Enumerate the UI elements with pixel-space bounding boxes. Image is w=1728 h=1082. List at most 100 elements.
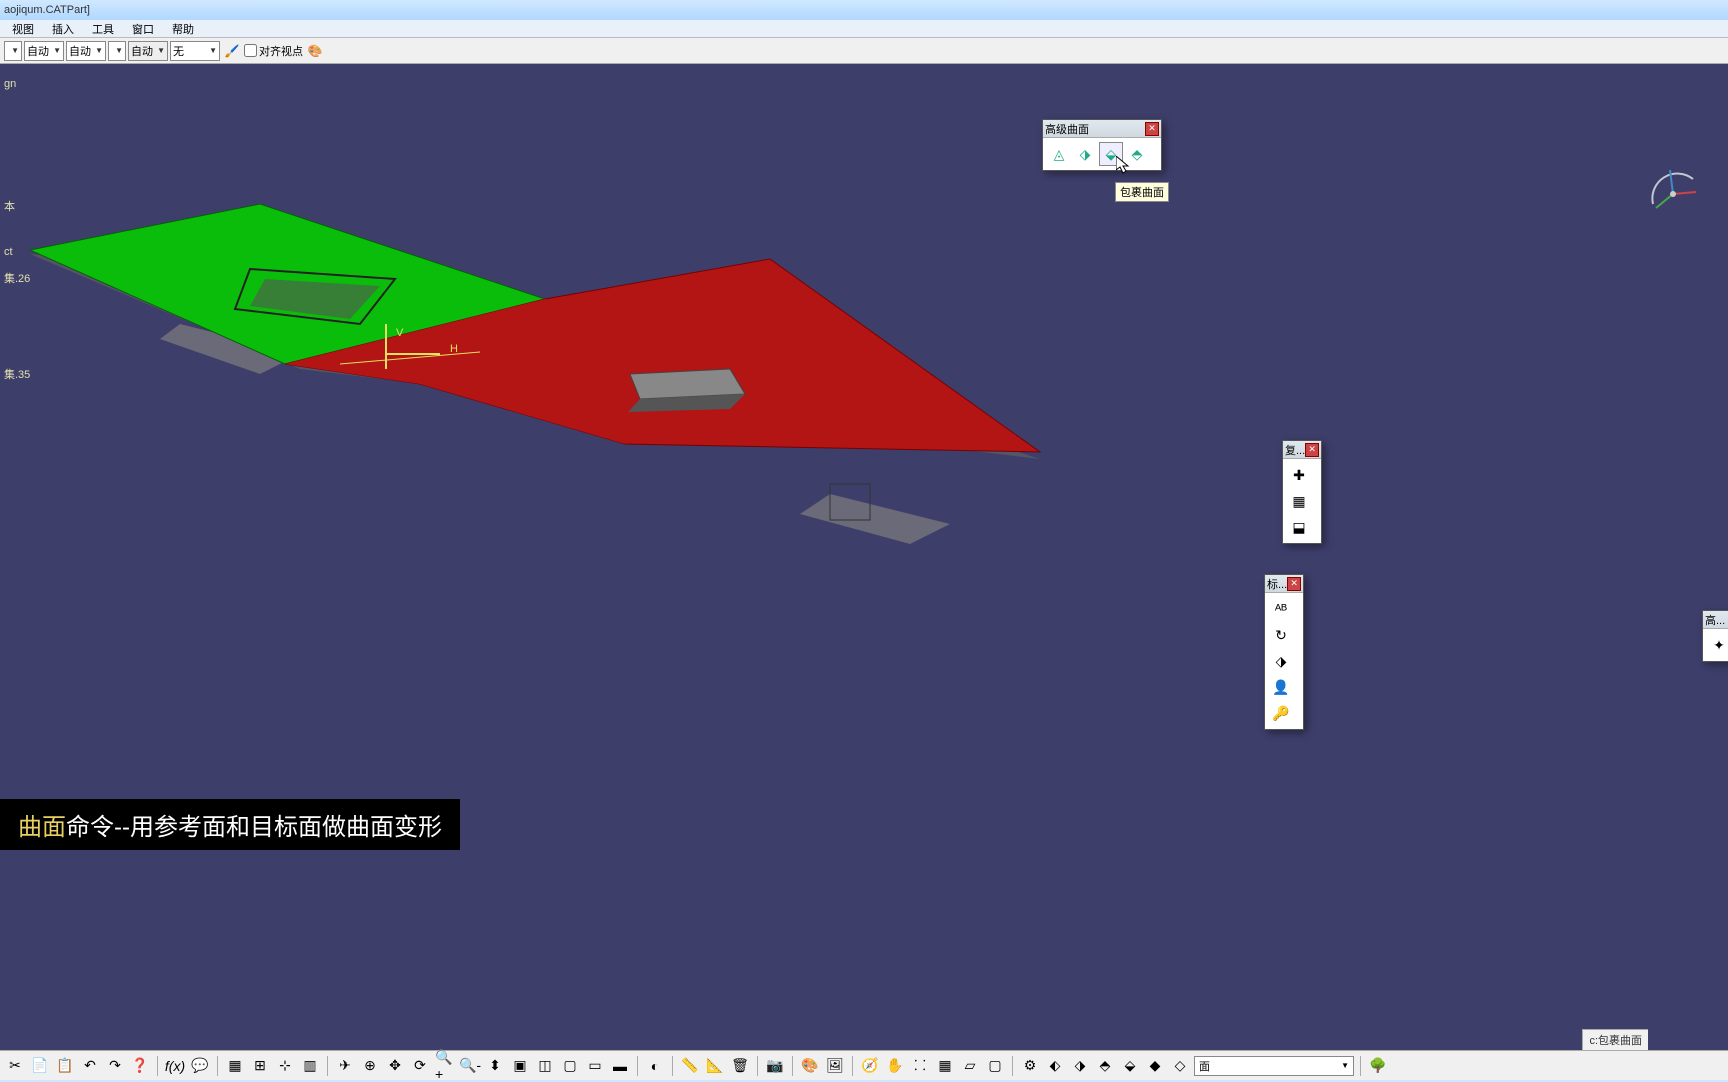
panel-title: 复... xyxy=(1285,442,1305,458)
menu-bar: 视图 插入 工具 窗口 帮助 xyxy=(0,20,1728,38)
menu-insert[interactable]: 插入 xyxy=(44,21,82,37)
hand-icon[interactable]: ✋ xyxy=(884,1055,906,1077)
grid-icon[interactable]: ▦ xyxy=(224,1055,246,1077)
fly-icon[interactable]: ✈ xyxy=(334,1055,356,1077)
panel-title-bar[interactable]: 高... xyxy=(1703,611,1728,629)
tool-icon[interactable]: ✚ xyxy=(1287,463,1311,487)
tool-a-icon[interactable]: ⚙ xyxy=(1019,1055,1041,1077)
camera-icon[interactable]: 📷 xyxy=(764,1055,786,1077)
menu-help[interactable]: 帮助 xyxy=(164,21,202,37)
texture-icon[interactable]: 🖼 xyxy=(824,1055,846,1077)
cursor-icon xyxy=(1116,156,1132,176)
dropdown-2[interactable]: 自动▼ xyxy=(24,41,64,61)
tool-icon[interactable]: ↻ xyxy=(1269,623,1293,647)
tool-e-icon[interactable]: ⬙ xyxy=(1119,1055,1141,1077)
menu-window[interactable]: 窗口 xyxy=(124,21,162,37)
brush-icon[interactable]: 🖌️ xyxy=(222,41,242,61)
dropdown-5[interactable]: 自动▼ xyxy=(128,41,168,61)
hidden-icon[interactable]: ▬ xyxy=(609,1055,631,1077)
panel-standard[interactable]: 标... ✕ ᴬᴮ ↻ ⬗ 👤 🔑 xyxy=(1264,574,1304,730)
axis-icon[interactable]: ⊹ xyxy=(274,1055,296,1077)
close-icon[interactable]: ✕ xyxy=(1287,577,1301,591)
compass-icon[interactable]: 🧭 xyxy=(859,1055,881,1077)
box-icon[interactable]: ▢ xyxy=(984,1055,1006,1077)
toolbar-top: ▼ 自动▼ 自动▼ ▼ 自动▼ 无▼ 🖌️ 对齐视点 🎨 xyxy=(0,38,1728,64)
align-viewpoint-checkbox[interactable]: 对齐视点 xyxy=(244,43,303,59)
material-icon[interactable]: 🎨 xyxy=(799,1055,821,1077)
view-icon[interactable]: ▥ xyxy=(299,1055,321,1077)
pan-icon[interactable]: ✥ xyxy=(384,1055,406,1077)
tooltip: 包裹曲面 xyxy=(1115,182,1169,202)
wireframe-icon[interactable]: ▭ xyxy=(584,1055,606,1077)
delete-icon[interactable]: 🗑 xyxy=(729,1055,751,1077)
tool-f-icon[interactable]: ◆ xyxy=(1144,1055,1166,1077)
panel-title: 标... xyxy=(1267,576,1287,592)
panel-advanced-surface[interactable]: 高级曲面 ✕ ◬ ⬗ ⬙ ⬘ xyxy=(1042,119,1162,171)
svg-text:H: H xyxy=(450,343,458,355)
redo-icon[interactable]: ↷ xyxy=(104,1055,126,1077)
panel-title-bar[interactable]: 高级曲面 ✕ xyxy=(1043,120,1161,138)
dropdown-3[interactable]: 自动▼ xyxy=(66,41,106,61)
plane-icon[interactable]: ▱ xyxy=(959,1055,981,1077)
zoom-in-icon[interactable]: 🔍+ xyxy=(434,1055,456,1077)
panel-advanced-2[interactable]: 高... ✦ xyxy=(1702,610,1728,662)
window-title-bar: aojiqum.CATPart] xyxy=(0,0,1728,20)
align-viewpoint-input[interactable] xyxy=(244,44,257,57)
tree-icon[interactable]: 🌳 xyxy=(1367,1055,1389,1077)
window-title: aojiqum.CATPart] xyxy=(4,4,90,16)
svg-text:V: V xyxy=(396,327,404,339)
tool-icon[interactable]: ▦ xyxy=(1287,489,1311,513)
tool-icon[interactable]: ᴬᴮ xyxy=(1269,597,1293,621)
multi-view-icon[interactable]: ▣ xyxy=(509,1055,531,1077)
measure-2-icon[interactable]: 📐 xyxy=(704,1055,726,1077)
undo-icon[interactable]: ↶ xyxy=(79,1055,101,1077)
surface-tool-1-icon[interactable]: ◬ xyxy=(1047,142,1071,166)
grid-snap-icon[interactable]: ▦ xyxy=(934,1055,956,1077)
dropdown-6[interactable]: 无▼ xyxy=(170,41,220,61)
toolbar-bottom: ✂ 📄 📋 ↶ ↷ ❓ f(x) 💬 ▦ ⊞ ⊹ ▥ ✈ ⊕ ✥ ⟳ 🔍+ 🔍-… xyxy=(0,1050,1728,1080)
surface-tool-2-icon[interactable]: ⬗ xyxy=(1073,142,1097,166)
close-icon[interactable]: ✕ xyxy=(1145,122,1159,136)
model-geometry: V H xyxy=(0,64,1400,764)
help-icon[interactable]: ❓ xyxy=(129,1055,151,1077)
tool-icon[interactable]: ✦ xyxy=(1707,633,1728,657)
tool-d-icon[interactable]: ⬘ xyxy=(1094,1055,1116,1077)
normal-view-icon[interactable]: ⬍ xyxy=(484,1055,506,1077)
paste-icon[interactable]: 📋 xyxy=(54,1055,76,1077)
tool-icon[interactable]: ⬗ xyxy=(1269,649,1293,673)
dropdown-1[interactable]: ▼ xyxy=(4,41,22,61)
status-hint: c:包裹曲面 xyxy=(1582,1029,1648,1050)
tool-c-icon[interactable]: ⬗ xyxy=(1069,1055,1091,1077)
dropdown-4[interactable]: ▼ xyxy=(108,41,126,61)
compass-icon[interactable] xyxy=(1648,164,1698,214)
copy-icon[interactable]: 📄 xyxy=(29,1055,51,1077)
caption-overlay: 曲面命令--用参考面和目标面做曲面变形 xyxy=(0,799,460,850)
tool-g-icon[interactable]: ◇ xyxy=(1169,1055,1191,1077)
iso-icon[interactable]: ◫ xyxy=(534,1055,556,1077)
hide-show-icon[interactable]: ◐ xyxy=(644,1055,666,1077)
panel-title-bar[interactable]: 复... ✕ xyxy=(1283,441,1321,459)
tool-icon[interactable]: 🔑 xyxy=(1269,701,1293,725)
snap-icon[interactable]: ⊞ xyxy=(249,1055,271,1077)
shade-icon[interactable]: ▢ xyxy=(559,1055,581,1077)
tool-b-icon[interactable]: ⬖ xyxy=(1044,1055,1066,1077)
formula-icon[interactable]: f(x) xyxy=(164,1055,186,1077)
measure-icon[interactable]: 📏 xyxy=(679,1055,701,1077)
menu-tools[interactable]: 工具 xyxy=(84,21,122,37)
cut-icon[interactable]: ✂ xyxy=(4,1055,26,1077)
zoom-out-icon[interactable]: 🔍- xyxy=(459,1055,481,1077)
snap-pt-icon[interactable]: ⸬ xyxy=(909,1055,931,1077)
panel-title: 高级曲面 xyxy=(1045,121,1089,137)
chat-icon[interactable]: 💬 xyxy=(189,1055,211,1077)
panel-copy[interactable]: 复... ✕ ✚ ▦ ⬓ xyxy=(1282,440,1322,544)
filter-dropdown[interactable]: 面▼ xyxy=(1194,1056,1354,1076)
viewport-3d[interactable]: gn 本 ct 集.26 集.35 V H xyxy=(0,64,1728,1050)
fit-icon[interactable]: ⊕ xyxy=(359,1055,381,1077)
menu-view[interactable]: 视图 xyxy=(4,21,42,37)
tool-icon[interactable]: 👤 xyxy=(1269,675,1293,699)
rotate-icon[interactable]: ⟳ xyxy=(409,1055,431,1077)
paint-icon[interactable]: 🎨 xyxy=(305,41,325,61)
close-icon[interactable]: ✕ xyxy=(1305,443,1319,457)
panel-title-bar[interactable]: 标... ✕ xyxy=(1265,575,1303,593)
tool-icon[interactable]: ⬓ xyxy=(1287,515,1311,539)
